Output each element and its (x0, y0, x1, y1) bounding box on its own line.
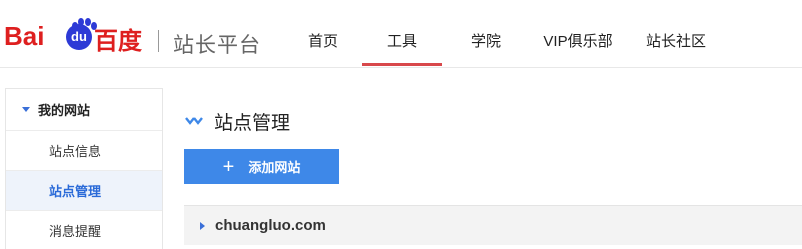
caret-right-icon[interactable] (200, 221, 205, 230)
site-list-item[interactable]: chuangluo.com (184, 205, 802, 245)
add-site-button[interactable]: + 添加网站 (184, 149, 339, 184)
sidebar: 我的网站 站点信息 站点管理 消息提醒 (5, 88, 163, 249)
main-nav: 首页 工具 学院 VIP俱乐部 站长社区 (288, 0, 716, 68)
logo-cn-text: 百度 (94, 28, 142, 55)
nav-item-vip-club[interactable]: VIP俱乐部 (528, 0, 628, 68)
sidebar-item-notifications[interactable]: 消息提醒 (6, 211, 162, 249)
nav-item-home[interactable]: 首页 (288, 0, 358, 68)
page-title-block: 站点管理 (184, 108, 290, 135)
page-title: 站点管理 (214, 113, 291, 134)
plus-icon: + (222, 155, 235, 178)
sidebar-section-my-sites[interactable]: 我的网站 (6, 89, 162, 131)
nav-item-tools[interactable]: 工具 (362, 0, 442, 68)
top-header: Bai du 百度 站长平台 首页 工具 学院 VIP俱乐部 站长社区 (0, 0, 802, 68)
logo-bai-text: Bai (4, 21, 45, 51)
site-domain: chuangluo.com (215, 217, 326, 234)
logo-du-badge: du (66, 24, 92, 50)
header-divider (158, 30, 159, 52)
add-site-label: 添加网站 (248, 160, 301, 175)
sidebar-section-label: 我的网站 (38, 103, 91, 118)
nav-item-academy[interactable]: 学院 (448, 0, 524, 68)
platform-title: 站长平台 (173, 34, 261, 57)
sidebar-item-site-info[interactable]: 站点信息 (6, 131, 162, 171)
sidebar-item-label: 站点信息 (49, 144, 102, 159)
sidebar-item-label: 站点管理 (49, 184, 102, 199)
double-chevron-icon (185, 116, 203, 125)
sidebar-item-site-management[interactable]: 站点管理 (6, 171, 162, 211)
nav-item-community[interactable]: 站长社区 (636, 0, 716, 68)
sidebar-item-label: 消息提醒 (49, 224, 102, 239)
caret-down-icon (22, 107, 30, 112)
